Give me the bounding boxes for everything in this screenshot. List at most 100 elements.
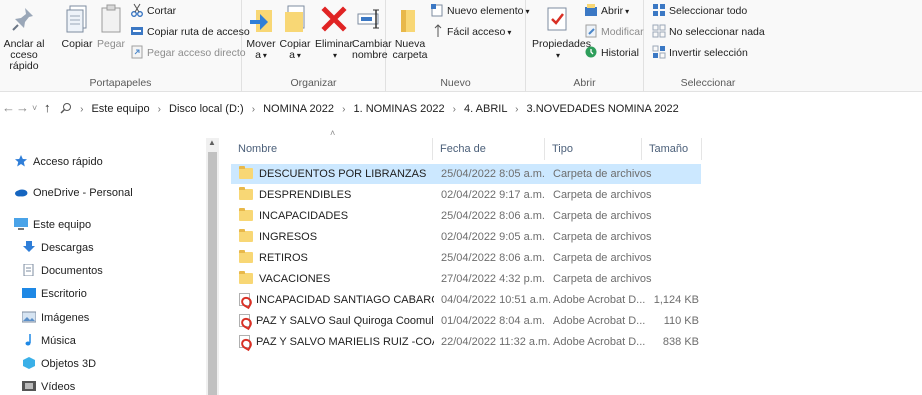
- chevron-right-icon: ›: [452, 104, 456, 115]
- navigation-scrollbar[interactable]: ▲: [206, 138, 219, 395]
- column-divider[interactable]: [701, 138, 702, 160]
- open-group: Propiedades ▾ Abrir ▾ Modificar Historial…: [526, 0, 644, 92]
- open-button[interactable]: Abrir ▾: [584, 2, 629, 20]
- nav-item-quick-access[interactable]: Acceso rápido: [14, 152, 103, 172]
- pdf-icon: [239, 335, 250, 348]
- cut-button[interactable]: Cortar: [130, 2, 176, 20]
- cloud-icon: [14, 185, 28, 197]
- chevron-right-icon: ›: [515, 104, 519, 115]
- copy-to-button[interactable]: Copiar a ▾: [278, 2, 312, 61]
- chevron-right-icon: ›: [342, 104, 346, 115]
- clipboard-group: Anclar al cceso rápido Copiar Pegar Cort…: [0, 0, 250, 92]
- column-header-date[interactable]: Fecha de modificación: [440, 138, 540, 177]
- select-none-button[interactable]: No seleccionar nada: [652, 23, 765, 41]
- properties-button[interactable]: Propiedades ▾: [532, 2, 591, 61]
- select-all-icon: [652, 3, 666, 17]
- history-label: Historial: [601, 47, 639, 59]
- new-folder-label-line2: carpeta: [392, 49, 428, 61]
- new-folder-button[interactable]: Nueva carpeta: [392, 2, 428, 61]
- nav-item-3d-objects[interactable]: Objetos 3D: [22, 354, 96, 374]
- rename-button[interactable]: Cambiar nombre: [352, 2, 392, 61]
- back-arrow-icon[interactable]: ←: [2, 100, 15, 115]
- file-row[interactable]: PAZ Y SALVO Saul Quiroga Coomultrasan 01…: [231, 311, 701, 331]
- select-all-button[interactable]: Seleccionar todo: [652, 2, 747, 20]
- nav-item-pictures[interactable]: Imágenes: [21, 308, 90, 328]
- paste-button[interactable]: Pegar: [96, 2, 126, 50]
- copy-path-label: Copiar ruta de acceso: [147, 26, 250, 38]
- new-folder-icon: [395, 2, 425, 36]
- nav-item-downloads[interactable]: Descargas: [22, 238, 94, 258]
- new-item-button[interactable]: Nuevo elemento ▾: [430, 2, 529, 20]
- easy-access-button[interactable]: Fácil acceso ▾: [430, 23, 511, 41]
- file-name: INGRESOS: [259, 231, 318, 243]
- file-row[interactable]: RETIROS 25/04/2022 8:06 a.m. Carpeta de …: [231, 248, 701, 268]
- file-type: Carpeta de archivos: [553, 210, 652, 222]
- nav-item-documents[interactable]: Documentos: [22, 261, 103, 281]
- file-date: 04/04/2022 10:51 a.m.: [441, 294, 551, 306]
- file-date: 02/04/2022 9:05 a.m.: [441, 231, 545, 243]
- paste-shortcut-button[interactable]: Pegar acceso directo: [130, 44, 246, 62]
- history-button[interactable]: Historial: [584, 44, 639, 62]
- nav-item-label: OneDrive - Personal: [33, 187, 133, 199]
- forward-arrow-icon[interactable]: →: [16, 100, 29, 115]
- pin-icon: [9, 2, 39, 36]
- file-row[interactable]: PAZ Y SALVO MARIELIS RUIZ -COAVICO... 22…: [231, 332, 701, 352]
- column-header-size[interactable]: Tamaño: [649, 138, 699, 160]
- file-row[interactable]: INCAPACIDAD SANTIAGO CABARCAS A... 04/04…: [231, 290, 701, 310]
- chevron-down-icon: ▾: [296, 51, 301, 60]
- column-divider[interactable]: [641, 138, 642, 160]
- pdf-icon: [239, 314, 250, 327]
- breadcrumb[interactable]: › Este equipo › Disco local (D:) › NOMIN…: [60, 102, 679, 115]
- chevron-right-icon: ›: [251, 104, 256, 115]
- modify-button[interactable]: Modificar: [584, 23, 644, 41]
- paste-icon: [96, 2, 126, 36]
- move-to-button[interactable]: Mover a ▾: [244, 2, 278, 61]
- file-row[interactable]: VACACIONES 27/04/2022 4:32 p.m. Carpeta …: [231, 269, 701, 289]
- nav-item-videos[interactable]: Vídeos: [22, 377, 75, 395]
- column-header-name[interactable]: Nombre: [238, 138, 428, 160]
- chevron-down-icon: ▾: [507, 28, 512, 37]
- organize-group-label: Organizar: [290, 77, 337, 89]
- delete-label: Eliminar: [315, 38, 353, 50]
- recent-locations-chevron-icon[interactable]: ˅: [32, 103, 37, 113]
- file-row[interactable]: DESCUENTOS POR LIBRANZAS 25/04/2022 8:05…: [231, 164, 701, 184]
- column-divider[interactable]: [544, 138, 545, 160]
- pin-quick-access-button[interactable]: Anclar al cceso rápido: [2, 2, 46, 72]
- breadcrumb-item[interactable]: 4. ABRIL: [464, 103, 507, 115]
- breadcrumb-item[interactable]: Este equipo: [91, 103, 149, 115]
- file-row[interactable]: INGRESOS 02/04/2022 9:05 a.m. Carpeta de…: [231, 227, 701, 247]
- copy-path-button[interactable]: Copiar ruta de acceso: [130, 23, 250, 41]
- delete-button[interactable]: Eliminar ▾: [314, 2, 354, 61]
- copy-label: Copiar: [61, 38, 93, 50]
- scissors-icon: [130, 3, 144, 17]
- file-name: DESCUENTOS POR LIBRANZAS: [259, 168, 427, 180]
- download-icon: [22, 240, 36, 252]
- invert-selection-button[interactable]: Invertir selección: [652, 44, 748, 62]
- breadcrumb-item[interactable]: NOMINA 2022: [263, 103, 334, 115]
- breadcrumb-item[interactable]: 3.NOVEDADES NOMINA 2022: [527, 103, 679, 115]
- nav-item-this-pc[interactable]: Este equipo: [14, 215, 91, 235]
- file-type: Carpeta de archivos: [553, 168, 652, 180]
- column-divider[interactable]: [432, 138, 433, 160]
- ribbon: Anclar al cceso rápido Copiar Pegar Cort…: [0, 0, 922, 92]
- new-group: Nueva carpeta Nuevo elemento ▾ Fácil acce…: [386, 0, 529, 92]
- copy-button[interactable]: Copiar: [60, 2, 94, 50]
- scrollbar-thumb[interactable]: [208, 152, 217, 395]
- breadcrumb-item[interactable]: 1. NOMINAS 2022: [353, 103, 444, 115]
- copy-to-label-line1: Copiar: [279, 38, 311, 50]
- column-header-type[interactable]: Tipo: [552, 138, 632, 160]
- nav-item-label: Imágenes: [41, 312, 90, 324]
- star-icon: [14, 154, 28, 167]
- up-arrow-icon[interactable]: ↑: [44, 100, 51, 115]
- scroll-up-icon[interactable]: ▲: [208, 138, 216, 147]
- nav-item-music[interactable]: Música: [22, 331, 76, 351]
- file-row[interactable]: DESPRENDIBLES 02/04/2022 9:17 a.m. Carpe…: [231, 185, 701, 205]
- breadcrumb-item[interactable]: Disco local (D:): [169, 103, 244, 115]
- file-date: 27/04/2022 4:32 p.m.: [441, 273, 545, 285]
- nav-item-label: Descargas: [41, 242, 94, 254]
- file-row[interactable]: INCAPACIDADES 25/04/2022 8:06 a.m. Carpe…: [231, 206, 701, 226]
- folder-icon: [239, 271, 253, 284]
- nav-item-label: Este equipo: [33, 219, 92, 231]
- nav-item-desktop[interactable]: Escritorio: [22, 284, 87, 304]
- nav-item-onedrive[interactable]: OneDrive - Personal: [14, 183, 133, 203]
